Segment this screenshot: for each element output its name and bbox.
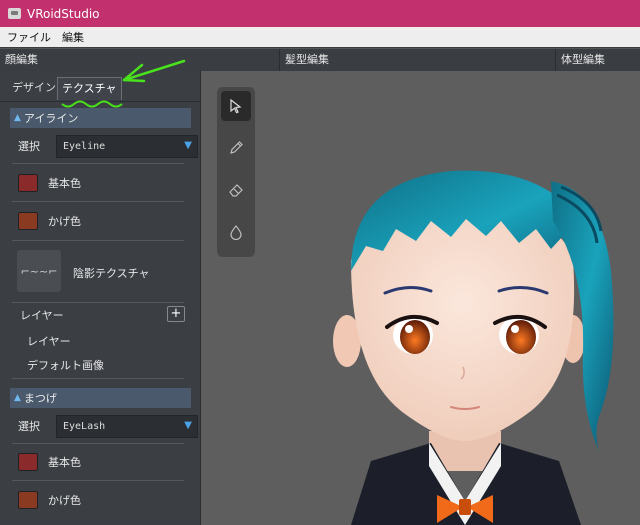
app-icon xyxy=(8,8,21,19)
divider xyxy=(12,240,184,241)
tab-texture[interactable]: テクスチャ xyxy=(57,77,122,100)
default-image-item[interactable]: デフォルト画像 xyxy=(27,357,104,373)
menu-file[interactable]: ファイル xyxy=(7,29,51,45)
add-layer-button[interactable]: + xyxy=(167,306,185,322)
eyeline-shade-color-row: かげ色 xyxy=(12,211,184,231)
divider xyxy=(12,163,184,164)
dropper-tool-button[interactable] xyxy=(221,217,251,247)
pencil-icon xyxy=(230,141,243,154)
eyeline-base-color-swatch[interactable] xyxy=(18,174,38,192)
divider xyxy=(12,480,184,481)
collapse-triangle-icon: ▲ xyxy=(14,113,21,123)
eyelash-base-color-label: 基本色 xyxy=(48,456,81,469)
title-bar: VRoidStudio xyxy=(0,0,640,27)
shadow-texture-thumbnail[interactable]: ⌐~~⌐ xyxy=(17,250,61,292)
pencil-tool-button[interactable] xyxy=(221,133,251,163)
dropdown-arrow-icon: ▼ xyxy=(184,139,192,151)
model-viewport[interactable] xyxy=(201,71,640,525)
eyeline-shade-color-swatch[interactable] xyxy=(18,212,38,230)
layer-item[interactable]: レイヤー xyxy=(27,333,71,349)
eyelash-shade-color-row: かげ色 xyxy=(12,490,184,510)
menu-bar: ファイル 編集 xyxy=(0,27,640,47)
eyelash-base-color-row: 基本色 xyxy=(12,452,184,472)
dropper-icon xyxy=(230,225,242,240)
eyeline-group-header[interactable]: ▲ アイライン xyxy=(10,108,191,128)
section-body[interactable]: 体型編集 xyxy=(555,49,640,71)
layer-header: レイヤー xyxy=(20,309,64,322)
annotation-underline-icon xyxy=(61,100,123,108)
eyeline-select-value: Eyeline xyxy=(63,140,106,152)
eyelash-base-color-swatch[interactable] xyxy=(18,453,38,471)
left-panel: デザイン テクスチャ ▲ アイライン 選択 Eyeline ▼ 基本色 かげ色 … xyxy=(0,71,201,525)
divider xyxy=(12,302,184,303)
section-bar: 顔編集 髪型編集 体型編集 xyxy=(0,48,640,72)
eyelash-select-row: 選択 EyeLash ▼ xyxy=(12,414,198,438)
divider xyxy=(12,443,184,444)
eyeline-header-label: アイライン xyxy=(23,112,79,125)
menu-edit[interactable]: 編集 xyxy=(62,29,84,45)
divider xyxy=(12,378,184,379)
tab-design[interactable]: デザイン xyxy=(8,77,60,99)
dropdown-arrow-icon: ▼ xyxy=(184,419,192,431)
eraser-icon xyxy=(229,184,243,197)
annotation-arrow-icon xyxy=(122,59,186,83)
eyeline-select-row: 選択 Eyeline ▼ xyxy=(12,134,198,158)
character-model xyxy=(333,170,614,525)
select-tool-button[interactable] xyxy=(221,91,251,121)
eyelash-shade-color-label: かげ色 xyxy=(48,494,81,507)
section-hair[interactable]: 髪型編集 xyxy=(279,49,557,71)
select-icon xyxy=(230,98,242,114)
eyelash-select-label: 選択 xyxy=(18,420,40,433)
eyeline-base-color-row: 基本色 xyxy=(12,173,184,193)
eyelash-shade-color-swatch[interactable] xyxy=(18,491,38,509)
shadow-texture-label: 陰影テクスチャ xyxy=(73,267,150,280)
eyelash-select-value: EyeLash xyxy=(63,420,106,432)
eyeline-shade-color-label: かげ色 xyxy=(48,215,81,228)
eyeline-select[interactable]: Eyeline ▼ xyxy=(56,134,198,158)
window-title: VRoidStudio xyxy=(27,6,100,21)
eyeline-select-label: 選択 xyxy=(18,140,40,153)
eyelash-select[interactable]: EyeLash ▼ xyxy=(56,414,198,438)
divider xyxy=(12,201,184,202)
eyelash-group-header[interactable]: ▲ まつげ xyxy=(10,388,191,408)
eyeline-base-color-label: 基本色 xyxy=(48,177,81,190)
eraser-tool-button[interactable] xyxy=(221,175,251,205)
collapse-triangle-icon: ▲ xyxy=(14,393,21,403)
tool-palette xyxy=(217,87,255,257)
eyelash-header-label: まつげ xyxy=(23,392,57,405)
